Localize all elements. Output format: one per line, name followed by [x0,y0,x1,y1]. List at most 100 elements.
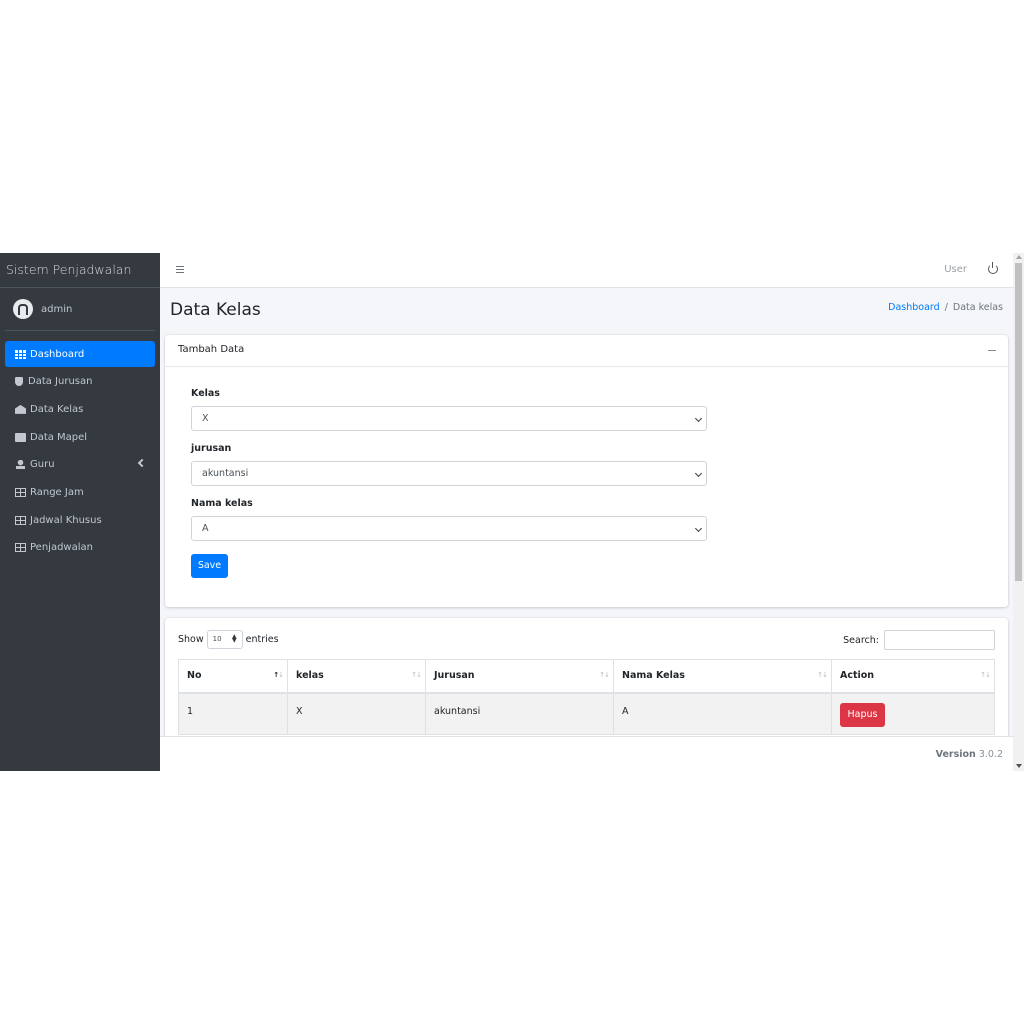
scrollbar-thumb[interactable] [1015,263,1022,581]
avatar [13,299,33,319]
kelas-table: No ↑↓ kelas ↑↓ Jurusan ↑↓ Nama Kelas ↑↓ Acti… [178,659,995,735]
column-header-label: Action [840,670,875,682]
sidebar-item-data-jurusan[interactable]: Data Jurusan [5,369,155,395]
table-icon [15,487,26,497]
sidebar-nav: Dashboard Data Jurusan Data Kelas Data M… [0,341,160,561]
save-button[interactable]: Save [191,553,228,578]
sort-icon: ↑↓ [817,671,828,679]
breadcrumb: Dashboard / Data kelas [888,302,1003,313]
sidebar-item-label: Data Jurusan [28,376,93,388]
card-title: Tambah Data [178,344,245,355]
sidebar-item-label: Guru [30,459,55,471]
cell-action: Hapus [831,692,995,735]
sidebar-item-data-mapel[interactable]: Data Mapel [5,424,155,450]
table-row: 1 X akuntansi A Hapus [178,692,995,735]
show-label: Show [178,634,204,645]
shield-icon [15,377,23,387]
breadcrumb-separator: / [944,302,948,313]
add-data-card: Tambah Data Kelas X jurusan akuntansi Na… [165,335,1008,607]
column-header-label: Nama Kelas [622,670,685,682]
kelas-select-value: X [202,413,209,424]
add-kelas-form: Kelas X jurusan akuntansi Nama kelas A S… [165,367,1008,578]
table-icon [15,515,26,525]
column-header-label: Jurusan [434,670,475,682]
sidebar-item-label: Penjadwalan [30,542,93,554]
sidebar-item-penjadwalan[interactable]: Penjadwalan [5,535,155,561]
column-header-kelas[interactable]: kelas ↑↓ [287,659,426,694]
sidebar-item-dashboard[interactable]: Dashboard [5,341,155,367]
user-avatar-icon [18,303,28,315]
sort-asc-icon: ↑↓ [273,671,284,679]
kelas-label: Kelas [191,388,220,399]
table-length-control: Show 10 ▲ ▼ entries [178,630,279,649]
sidebar-item-range-jam[interactable]: Range Jam [5,479,155,505]
chevron-down-icon [694,414,703,423]
sort-updown-icon: ▲ ▼ [232,633,237,644]
school-icon [15,404,26,414]
chevron-left-icon[interactable] [137,458,147,467]
version-number: 3.0.2 [978,749,1003,760]
search-input[interactable] [884,630,995,650]
entries-select-value: 10 [212,635,222,643]
sidebar: Sistem Penjadwalan admin Dashboard Data … [0,253,160,771]
data-table-card: Show 10 ▲ ▼ entries Search: No ↑↓ kelas ↑↓ … [165,618,1008,736]
user-panel: admin [5,288,155,331]
sort-icon: ↑↓ [411,671,422,679]
card-header: Tambah Data [165,335,1008,367]
kelas-select[interactable]: X [191,406,707,431]
main-footer: Version 3.0.2 [160,736,1013,771]
version-text: Version 3.0.2 [936,749,1003,760]
top-navbar: User [160,253,1013,288]
column-header-action[interactable]: Action ↑↓ [831,659,995,694]
column-header-no[interactable]: No ↑↓ [178,659,288,694]
sidebar-item-data-kelas[interactable]: Data Kelas [5,396,155,422]
column-header-nama-kelas[interactable]: Nama Kelas ↑↓ [613,659,832,694]
cell-nama-kelas: A [613,692,832,735]
user-name[interactable]: admin [41,304,72,315]
menu-toggle-icon[interactable] [176,266,184,273]
breadcrumb-current: Data kelas [952,302,1003,313]
version-label: Version [935,749,976,760]
breadcrumb-dashboard-link[interactable]: Dashboard [888,302,940,313]
column-header-jurusan[interactable]: Jurusan ↑↓ [425,659,614,694]
minus-icon[interactable] [988,350,996,351]
sidebar-item-label: Jadwal Khusus [30,514,102,526]
jurusan-select[interactable]: akuntansi [191,461,707,486]
nama-kelas-select-value: A [202,523,209,534]
sidebar-item-label: Data Kelas [30,403,84,415]
sort-icon: ↑↓ [599,671,610,679]
entries-label: entries [245,634,279,645]
user-link[interactable]: User [944,264,967,275]
delete-button[interactable]: Hapus [840,702,885,727]
content-wrapper: Data Kelas Dashboard / Data kelas Tambah D… [160,288,1013,736]
power-off-icon[interactable] [988,262,998,274]
sidebar-item-jadwal-khusus[interactable]: Jadwal Khusus [5,507,155,533]
table-header-row: No ↑↓ kelas ↑↓ Jurusan ↑↓ Nama Kelas ↑↓ Acti… [178,659,995,694]
table-search: Search: [843,630,995,650]
th-icon [15,349,26,359]
sidebar-item-label: Dashboard [30,348,85,360]
column-header-label: kelas [296,670,324,682]
nama-kelas-select[interactable]: A [191,516,707,541]
app-window: Sistem Penjadwalan admin Dashboard Data … [0,253,1024,771]
book-open-icon [15,432,26,442]
entries-select[interactable]: 10 ▲ ▼ [206,630,243,649]
sidebar-item-label: Range Jam [30,486,84,498]
column-header-label: No [187,670,202,682]
page-scrollbar[interactable] [1013,253,1024,771]
user-icon [15,460,26,470]
chevron-down-icon [694,469,703,478]
jurusan-select-value: akuntansi [202,468,249,479]
chevron-down-icon [694,524,703,533]
sidebar-item-label: Data Mapel [30,431,88,443]
scroll-up-arrow-icon[interactable] [1016,255,1022,259]
sort-icon: ↑↓ [980,671,991,679]
sidebar-item-guru[interactable]: Guru [5,452,155,478]
table-icon [15,543,26,553]
cell-jurusan: akuntansi [425,692,614,735]
cell-no: 1 [178,692,288,735]
search-label: Search: [843,634,879,646]
scroll-down-arrow-icon[interactable] [1016,764,1022,768]
cell-kelas: X [287,692,426,735]
brand-link[interactable]: Sistem Penjadwalan [0,253,160,288]
